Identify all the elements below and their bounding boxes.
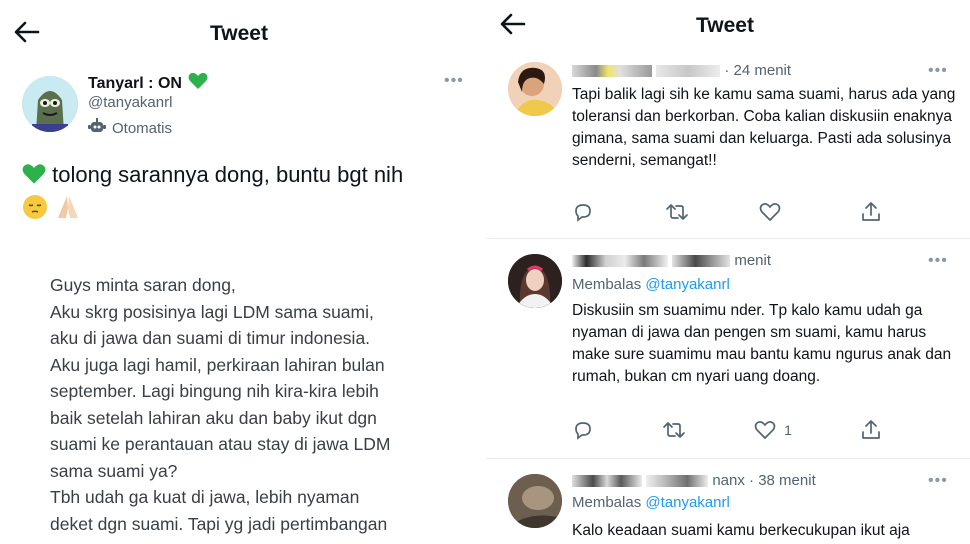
pensive-face-icon (22, 194, 48, 225)
body-line: sama suami ya? (50, 460, 178, 481)
author-avatar[interactable] (22, 76, 78, 132)
headline-text: tolong sarannya dong, buntu bgt nih (52, 162, 404, 187)
replying-label: Membalas (572, 494, 642, 511)
reply-button[interactable] (572, 419, 594, 441)
left-header: Tweet (0, 0, 476, 60)
like-count: 1 (784, 422, 792, 438)
page-title: Tweet (696, 14, 754, 37)
emoji-row (22, 194, 82, 225)
body-line: Aku juga lagi hamil, perkiraan lahiran b… (50, 354, 385, 375)
right-replies-panel: Tweet · 24 menit ••• Tapi balik lagi sih… (486, 0, 970, 544)
retweet-button[interactable] (665, 201, 689, 223)
share-button[interactable] (860, 419, 882, 441)
like-icon (759, 203, 781, 222)
more-dots-icon[interactable]: ••• (928, 252, 948, 270)
page-title: Tweet (210, 22, 268, 45)
more-dots-icon[interactable]: ••• (444, 72, 464, 90)
reply-item[interactable]: menit ••• Membalas @tanyakanrl Diskusiin… (486, 246, 970, 454)
body-line: september. Lagi bingung nih kira-kira le… (50, 381, 379, 401)
body-line: baik setelah lahiran aku dan baby ikut d… (50, 407, 377, 428)
left-tweet-panel: Tweet Tanyarl : ON @tanyakanrl Otomatis … (0, 0, 476, 544)
author-name[interactable]: Tanyarl : ON (88, 75, 182, 93)
blurred-name (572, 255, 668, 268)
reply-text: Tapi balik lagi sih ke kamu sama suami, … (572, 86, 956, 169)
reply-meta: nanx · 38 menit (572, 472, 816, 489)
like-button[interactable]: 1 (754, 419, 792, 441)
reply-time[interactable]: · 24 menit (724, 62, 791, 79)
like-button[interactable] (759, 201, 789, 223)
reply-actions (572, 200, 882, 224)
share-icon (862, 420, 880, 439)
blurred-handle (646, 475, 709, 488)
robot-icon (88, 117, 106, 140)
panel-gap (476, 0, 486, 544)
green-heart-icon (188, 72, 208, 95)
reply-time[interactable]: nanx · 38 menit (712, 472, 815, 489)
tweet-body: Guys minta saran dong, Aku skrg posisiny… (50, 272, 470, 537)
share-button[interactable] (860, 201, 882, 223)
replying-label: Membalas (572, 276, 642, 293)
reply-text: Kalo keadaan suami kamu berkecukupan iku… (572, 522, 910, 539)
reply-time[interactable]: menit (734, 252, 771, 269)
green-heart-icon (22, 163, 46, 193)
back-arrow-icon[interactable] (500, 12, 526, 40)
reply-text: Diskusiin sm suamimu nder. Tp kalo kamu … (572, 302, 952, 385)
body-line: Tbh udah ga kuat di jawa, lebih nyaman (50, 487, 360, 507)
body-line: suami ke perantauan atau stay di jawa LD… (50, 434, 391, 454)
author-name-row: Tanyarl : ON (88, 72, 208, 95)
reply-divider (486, 458, 970, 459)
blurred-name (572, 65, 652, 78)
body-line: deket dgn suami. Tapi yg jadi pertimbang… (50, 513, 388, 534)
reply-meta: · 24 menit (572, 62, 791, 79)
body-line: aku di jawa dan suami di timur indonesia… (50, 328, 371, 348)
blurred-handle (672, 255, 731, 268)
folded-hands-icon (54, 194, 82, 225)
mention-link[interactable]: @tanyakanrl (645, 494, 729, 511)
reply-icon (575, 422, 591, 440)
replying-to: Membalas @tanyakanrl (572, 494, 730, 511)
mention-link[interactable]: @tanyakanrl (645, 276, 729, 293)
reply-actions: 1 (572, 418, 882, 442)
blurred-handle (656, 65, 721, 78)
tweet-headline: tolong sarannya dong, buntu bgt nih (22, 160, 462, 193)
reply-item[interactable]: nanx · 38 menit ••• Membalas @tanyakanrl… (486, 466, 970, 544)
retweet-icon (663, 422, 685, 438)
automated-row: Otomatis (88, 117, 172, 140)
right-header: Tweet (486, 0, 970, 60)
like-icon (754, 421, 776, 440)
more-dots-icon[interactable]: ••• (928, 62, 948, 80)
replying-to: Membalas @tanyakanrl (572, 276, 730, 293)
author-handle[interactable]: @tanyakanrl (88, 94, 172, 111)
reply-item[interactable]: · 24 menit ••• Tapi balik lagi sih ke ka… (486, 52, 970, 238)
body-line: Aku skrg posisinya lagi LDM sama suami, (50, 301, 374, 322)
reply-avatar[interactable] (508, 474, 562, 528)
back-arrow-icon[interactable] (14, 20, 40, 48)
retweet-icon (665, 204, 688, 220)
reply-meta: menit (572, 252, 771, 269)
reply-divider (486, 238, 970, 239)
blurred-name (572, 475, 642, 488)
more-dots-icon[interactable]: ••• (928, 472, 948, 490)
reply-avatar[interactable] (508, 62, 562, 116)
share-icon (862, 202, 880, 221)
automated-label: Otomatis (112, 120, 173, 137)
reply-avatar[interactable] (508, 254, 562, 308)
reply-icon (575, 204, 591, 222)
reply-button[interactable] (572, 201, 594, 223)
retweet-button[interactable] (662, 419, 686, 441)
body-line: Guys minta saran dong, (50, 275, 236, 295)
